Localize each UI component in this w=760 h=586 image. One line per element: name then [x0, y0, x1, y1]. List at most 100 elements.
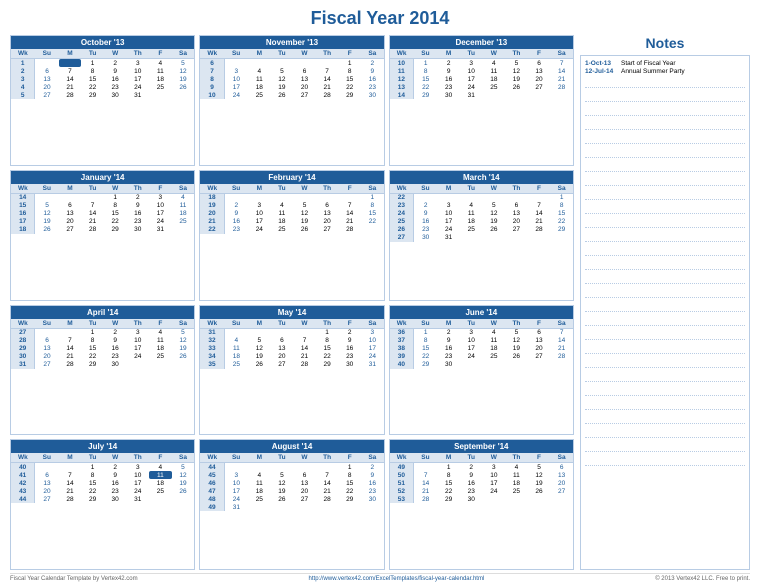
calendar-cell: 4 [271, 202, 294, 210]
calendar-cell: 13 [271, 345, 294, 353]
note-line [585, 344, 745, 354]
notes-panel: Notes 1-Oct-13Start of Fiscal Year12-Jul… [580, 35, 750, 570]
calendar-cell: 12 [390, 75, 414, 83]
calendar-cell: 26 [35, 226, 59, 234]
calendar-cell: 12 [248, 345, 271, 353]
calendar-cell: 27 [390, 234, 414, 242]
calendar-cell: 5 [293, 202, 316, 210]
note-line [585, 288, 745, 298]
calendar-cell: 14 [316, 479, 339, 487]
calendar-cell: 28 [81, 226, 104, 234]
calendar-cell: 11 [483, 337, 506, 345]
note-entry: 12-Jul-14Annual Summer Party [585, 68, 745, 75]
calendar-cell: 28 [316, 495, 339, 503]
calendar-cell: 14 [81, 210, 104, 218]
calendar-cell: 18 [460, 218, 483, 226]
calendar-cell: 26 [271, 495, 294, 503]
calendar-cell [271, 328, 294, 337]
calendar-cell: 31 [200, 328, 224, 337]
calendar-cell: 8 [414, 337, 438, 345]
month-header: March '14 [390, 171, 573, 184]
content-area: October '13WkSuMTuWThFSa1123452678910111… [10, 35, 750, 570]
calendar-cell [528, 193, 551, 202]
month-table: WkSuMTuWThFSa181192345678209101112131415… [200, 184, 383, 234]
calendar-cell: 19 [293, 218, 316, 226]
calendar-cell: 22 [550, 218, 573, 226]
calendar-cell: 27 [293, 495, 316, 503]
calendar-cell: 29 [414, 91, 438, 99]
calendar-cell: 3 [224, 67, 248, 75]
calendar-cell: 5 [35, 202, 59, 210]
calendar-cell [483, 91, 506, 99]
calendar-cell: 8 [414, 67, 438, 75]
calendar-cell: 12 [505, 67, 528, 75]
calendar-cell: 10 [248, 210, 271, 218]
calendar-cell: 12 [271, 479, 294, 487]
note-text: Annual Summer Party [621, 68, 685, 75]
note-line [585, 456, 745, 466]
month-table: WkSuMTuWThFSa112345267891011123131415161… [11, 49, 194, 99]
calendar-row: April '14WkSuMTuWThFSa271234528678910111… [10, 305, 574, 436]
calendar-cell: 51 [390, 479, 414, 487]
calendar-cell [550, 234, 573, 242]
calendar-cell: 21 [200, 218, 224, 226]
calendar-cell: 15 [81, 479, 104, 487]
calendar-cell: 25 [149, 353, 172, 361]
calendar-cell [271, 463, 294, 472]
calendar-cell: 5 [172, 463, 195, 472]
calendar-cell [528, 495, 551, 503]
calendar-cell [316, 59, 339, 68]
calendar-cell: 22 [200, 226, 224, 234]
calendar-cell: 44 [11, 495, 35, 503]
calendar-cell: 27 [293, 91, 316, 99]
calendar-cell: 2 [126, 193, 149, 202]
calendar-cell: 13 [390, 83, 414, 91]
calendar-cell: 9 [104, 337, 127, 345]
calendar-cell: 15 [11, 202, 35, 210]
calendar-cell: 19 [200, 202, 224, 210]
calendar-cell: 7 [550, 59, 573, 68]
calendar-row: July '14WkSuMTuWThFSa4012345416789101112… [10, 439, 574, 570]
calendar-cell: 6 [293, 471, 316, 479]
footer-link[interactable]: http://www.vertex42.com/ExcelTemplates/f… [309, 576, 485, 582]
calendar-cell: 11 [224, 345, 248, 353]
calendar-cell [293, 193, 316, 202]
calendar-cell: 30 [338, 361, 361, 369]
note-line [585, 316, 745, 326]
note-line [585, 260, 745, 270]
calendar-cell [505, 193, 528, 202]
calendar-cell: 38 [390, 345, 414, 353]
calendar-cell: 7 [316, 67, 339, 75]
calendar-cell: 5 [505, 328, 528, 337]
calendar-cell: 11 [505, 471, 528, 479]
calendar-cell: 5 [271, 67, 294, 75]
calendar-cell: 1 [104, 193, 127, 202]
calendar-cell: 19 [528, 479, 551, 487]
calendar-cell: 20 [271, 353, 294, 361]
month-table: WkSuMTuWThFSa491234565078910111213511415… [390, 453, 573, 503]
calendar-cell: 24 [460, 83, 483, 91]
calendar-cell: 23 [414, 226, 438, 234]
calendar-cell: 21 [550, 345, 573, 353]
calendar-cell [505, 234, 528, 242]
calendar-cell: 29 [338, 495, 361, 503]
calendar-cell: 13 [505, 210, 528, 218]
calendar-cell: 1 [81, 463, 104, 472]
calendar-cell: 24 [224, 495, 248, 503]
calendar-cell: 18 [172, 210, 195, 218]
calendar-cell: 20 [35, 353, 59, 361]
calendar-cell: 31 [149, 226, 172, 234]
calendar-cell: 17 [460, 75, 483, 83]
calendar-cell: 14 [528, 210, 551, 218]
calendar-cell: 27 [35, 91, 59, 99]
calendar-cell: 40 [390, 361, 414, 369]
calendar-cell: 9 [361, 471, 384, 479]
calendar-cell [224, 59, 248, 68]
calendar-cell [35, 193, 59, 202]
calendar-cell: 22 [81, 83, 104, 91]
calendar-cell: 6 [59, 202, 82, 210]
calendar-cell: 25 [483, 353, 506, 361]
calendar-cell: 10 [460, 67, 483, 75]
calendar-cell [361, 226, 384, 234]
calendar-cell: 27 [316, 226, 339, 234]
